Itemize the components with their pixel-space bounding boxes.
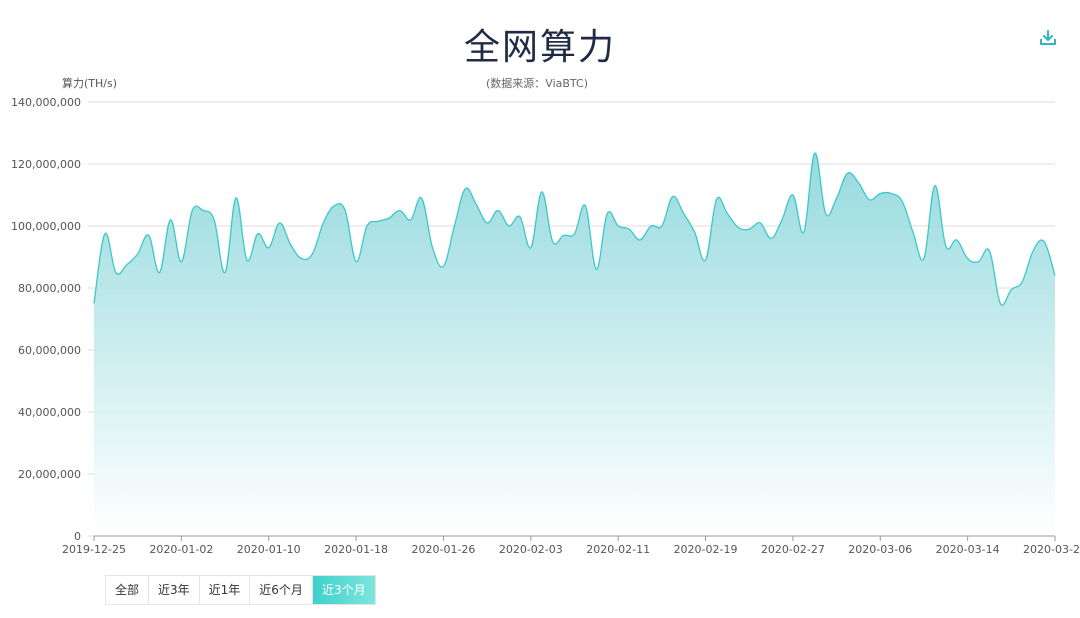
- y-tick-label: 140,000,000: [11, 96, 81, 109]
- x-tick-label: 2020-03-22: [1023, 543, 1080, 556]
- y-tick-label: 80,000,000: [18, 282, 81, 295]
- hashrate-area-chart: 0 20,000,000 40,000,000 60,000,000 80,000,00…: [11, 96, 1080, 556]
- x-tick-label: 2020-03-06: [848, 543, 912, 556]
- area-fill: [94, 153, 1055, 536]
- y-tick-label: 100,000,000: [11, 220, 81, 233]
- y-tick-label: 0: [74, 530, 81, 543]
- range-button-2[interactable]: 近1年: [200, 576, 251, 604]
- y-tick-label: 60,000,000: [18, 344, 81, 357]
- x-tick-label: 2020-02-27: [761, 543, 825, 556]
- x-tick-label: 2020-02-11: [586, 543, 650, 556]
- range-button-0[interactable]: 全部: [106, 576, 150, 604]
- range-button-4[interactable]: 近3个月: [312, 576, 375, 604]
- y-tick-label: 20,000,000: [18, 468, 81, 481]
- x-tick-label: 2020-01-02: [149, 543, 213, 556]
- range-button-3[interactable]: 近6个月: [250, 576, 313, 604]
- x-tick-label: 2020-01-10: [237, 543, 301, 556]
- x-tick-label: 2019-12-25: [62, 543, 126, 556]
- time-range-selector: 全部 近3年 近1年 近6个月 近3个月: [105, 575, 376, 605]
- y-tick-label: 40,000,000: [18, 406, 81, 419]
- x-tick-label: 2020-03-14: [936, 543, 1000, 556]
- x-tick-label: 2020-02-03: [499, 543, 563, 556]
- y-tick-label: 120,000,000: [11, 158, 81, 171]
- range-button-1[interactable]: 近3年: [149, 576, 200, 604]
- x-tick-label: 2020-01-26: [411, 543, 475, 556]
- x-tick-label: 2020-01-18: [324, 543, 388, 556]
- x-tick-label: 2020-02-19: [674, 543, 738, 556]
- area-series: [93, 152, 1056, 536]
